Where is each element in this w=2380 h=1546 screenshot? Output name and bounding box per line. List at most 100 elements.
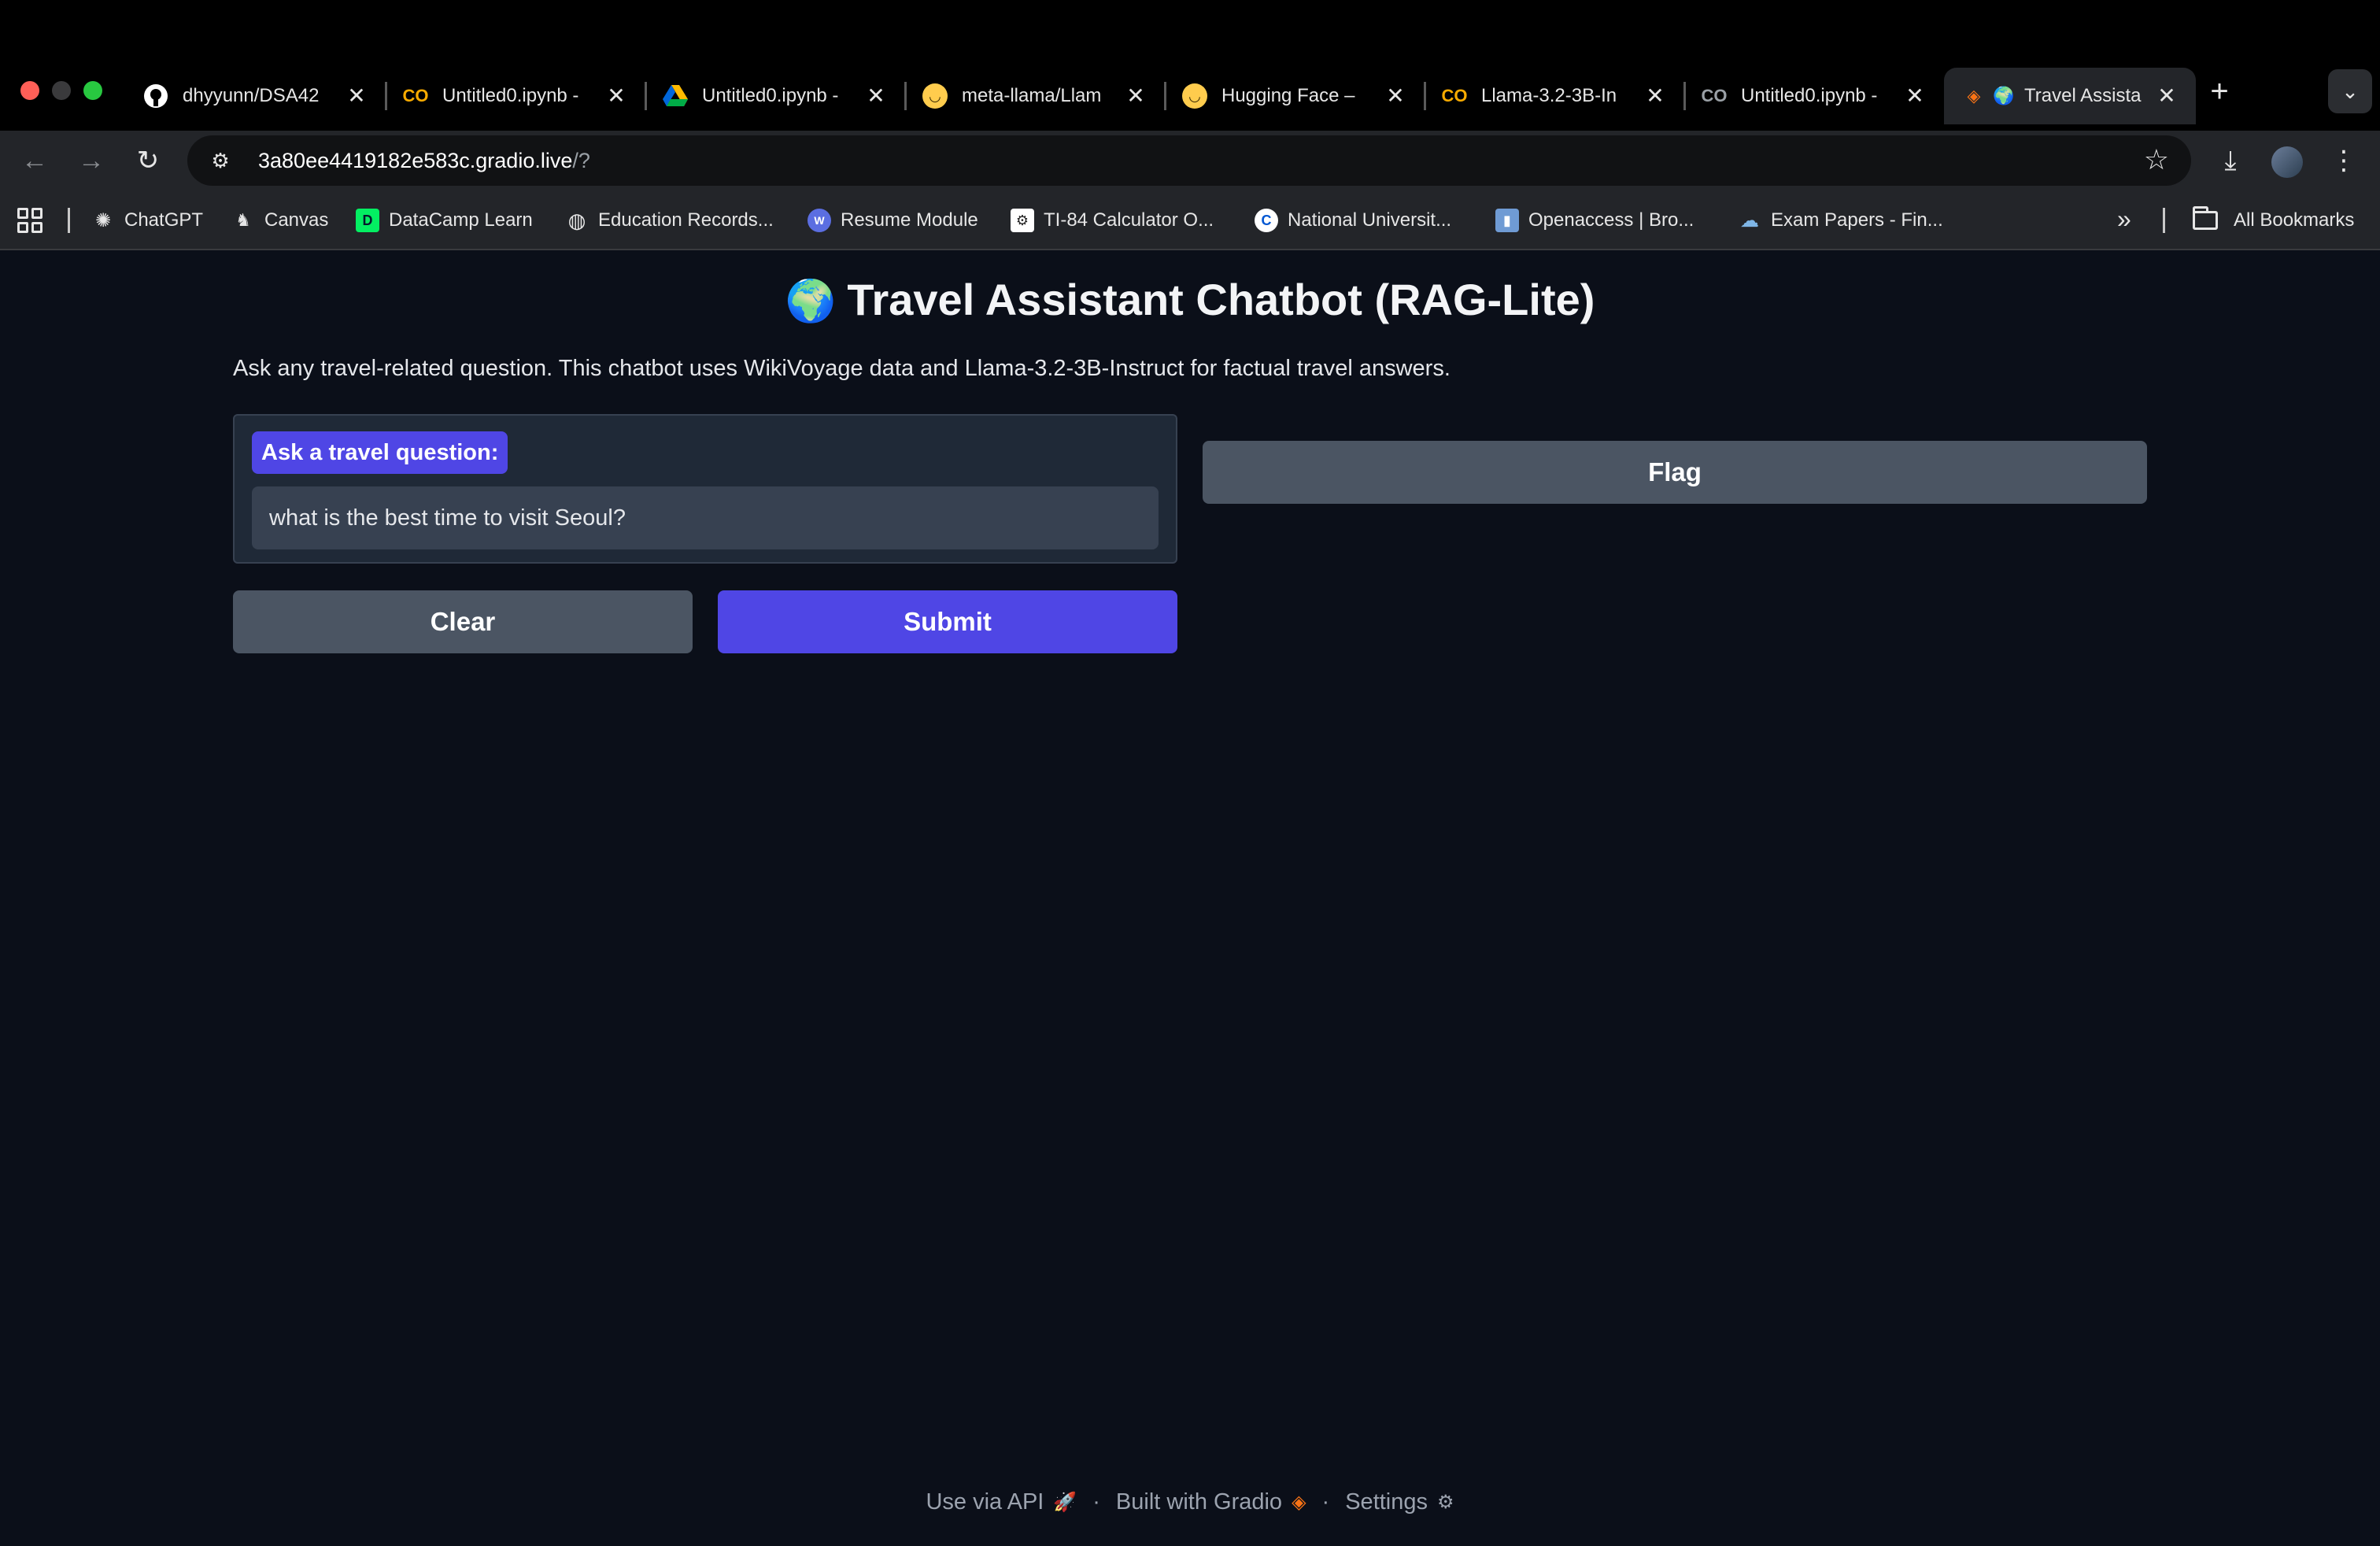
bookmark-education-records[interactable]: ◍ Education Records... <box>565 205 774 236</box>
google-drive-icon <box>663 83 688 109</box>
gear-icon: ⚙ <box>1437 1492 1454 1513</box>
bookmark-label: Openaccess | Bro... <box>1528 209 1694 231</box>
question-input-label: Ask a travel question: <box>252 431 508 474</box>
datacamp-icon: D <box>356 209 379 232</box>
url-text[interactable]: 3a80ee4419182e583c.gradio.live/? <box>258 149 590 173</box>
cloud-icon: ☁ <box>1740 209 1759 231</box>
reload-icon[interactable]: ↻ <box>129 142 167 179</box>
gradio-logo-icon: ◈ <box>1292 1492 1306 1513</box>
forward-arrow-icon[interactable]: → <box>72 142 110 179</box>
bookmark-ti84[interactable]: ⚙ TI-84 Calculator O... <box>1011 205 1214 236</box>
all-bookmarks-button[interactable]: All Bookmarks <box>2193 205 2354 236</box>
avatar <box>2271 146 2303 178</box>
tab-title: meta-llama/Llam <box>962 85 1102 106</box>
tab-title: Untitled0.ipynb - <box>442 85 579 106</box>
use-via-api-label: Use via API <box>926 1489 1044 1515</box>
tab-title: Untitled0.ipynb - <box>702 85 839 106</box>
question-input-block: Ask a travel question: <box>233 414 1177 564</box>
footer-separator: · <box>1092 1489 1100 1515</box>
bookmark-label: ChatGPT <box>124 209 204 231</box>
page-description: Ask any travel-related question. This ch… <box>233 356 1451 381</box>
page-title: 🌍 Travel Assistant Chatbot (RAG-Lite) <box>0 274 2380 325</box>
rocket-icon: 🚀 <box>1053 1492 1077 1513</box>
close-tab-icon[interactable]: ✕ <box>1643 83 1667 109</box>
bookmarks-divider <box>2163 208 2165 233</box>
all-bookmarks-label: All Bookmarks <box>2234 209 2355 231</box>
new-tab-button[interactable]: + <box>2204 76 2235 107</box>
close-window-button[interactable] <box>20 81 39 100</box>
hugging-face-icon: ◡ <box>1182 83 1207 109</box>
bookmark-label: Exam Papers - Fin... <box>1771 209 1943 231</box>
close-tab-icon[interactable]: ✕ <box>1903 83 1927 109</box>
close-tab-icon[interactable]: ✕ <box>2155 83 2179 109</box>
url-host: 3a80ee4419182e583c.gradio.live <box>258 148 573 172</box>
apps-grid-icon[interactable] <box>17 208 42 233</box>
clear-button[interactable]: Clear <box>233 590 693 653</box>
minimize-window-button[interactable] <box>52 81 71 100</box>
chevron-double-right-icon[interactable]: » <box>2117 205 2131 234</box>
tab-title: Hugging Face – <box>1221 85 1355 106</box>
bookmarks-divider <box>68 208 70 233</box>
settings-link[interactable]: Settings ⚙ <box>1345 1489 1454 1515</box>
settings-label: Settings <box>1345 1489 1428 1515</box>
use-via-api-link[interactable]: Use via API 🚀 <box>926 1489 1077 1515</box>
colab-icon: CO <box>1701 86 1728 105</box>
more-menu-icon[interactable]: ⋮ <box>2325 142 2363 179</box>
built-with-gradio-link[interactable]: Built with Gradio ◈ <box>1116 1489 1306 1515</box>
footer-separator: · <box>1321 1489 1330 1515</box>
tab-title: Llama-3.2-3B-In <box>1481 85 1617 106</box>
address-bar[interactable]: ⚙ 3a80ee4419182e583c.gradio.live/? ☆ <box>187 135 2191 186</box>
browser-tab-active[interactable]: ◈ 🌍 Travel Assista ✕ <box>1944 68 2196 124</box>
calculator-icon: ⚙ <box>1011 209 1034 232</box>
bookmark-star-icon[interactable]: ☆ <box>2144 143 2169 176</box>
browser-titlebar: dhyyunn/DSA42 ✕ CO Untitled0.ipynb - ✕ U… <box>0 0 2380 131</box>
resume-icon: W <box>808 209 831 232</box>
bookmark-national-university[interactable]: C National Universit... <box>1255 205 1451 236</box>
browser-tab[interactable]: CO Untitled0.ipynb - ✕ <box>1684 68 1944 124</box>
bookmark-resume-module[interactable]: W Resume Module <box>808 205 978 236</box>
close-tab-icon[interactable]: ✕ <box>1124 83 1148 109</box>
tab-strip: dhyyunn/DSA42 ✕ CO Untitled0.ipynb - ✕ U… <box>126 68 2196 124</box>
chatgpt-icon: ✺ <box>94 209 112 231</box>
flag-button[interactable]: Flag <box>1203 441 2147 504</box>
browser-tab[interactable]: CO Untitled0.ipynb - ✕ <box>386 68 647 124</box>
page-title-text: Travel Assistant Chatbot (RAG-Lite) <box>847 275 1595 324</box>
gradio-page: 🌍 Travel Assistant Chatbot (RAG-Lite) Ask… <box>0 252 2380 1546</box>
bookmark-chatgpt[interactable]: ✺ ChatGPT <box>91 205 203 236</box>
coursera-icon: C <box>1255 209 1278 232</box>
built-with-gradio-label: Built with Gradio <box>1115 1489 1283 1515</box>
close-tab-icon[interactable]: ✕ <box>604 83 628 109</box>
profile-avatar[interactable] <box>2268 142 2306 179</box>
close-tab-icon[interactable]: ✕ <box>1384 83 1407 109</box>
tab-search-button[interactable]: ⌄ <box>2328 69 2372 113</box>
browser-toolbar: ← → ↻ ⚙ 3a80ee4419182e583c.gradio.live/?… <box>0 131 2380 190</box>
bookmark-label: TI-84 Calculator O... <box>1044 209 1214 231</box>
bookmark-openaccess[interactable]: ▮ Openaccess | Bro... <box>1495 205 1694 236</box>
browser-tab[interactable]: dhyyunn/DSA42 ✕ <box>126 68 387 124</box>
colab-icon: CO <box>1441 86 1468 105</box>
back-arrow-icon[interactable]: ← <box>16 142 54 179</box>
submit-button[interactable]: Submit <box>718 590 1177 653</box>
tab-title: Untitled0.ipynb - <box>1741 85 1878 106</box>
gradio-icon: ◈ <box>1967 86 1981 105</box>
bookmark-exam-papers[interactable]: ☁ Exam Papers - Fin... <box>1738 205 1943 236</box>
hugging-face-icon: ◡ <box>922 83 948 109</box>
close-tab-icon[interactable]: ✕ <box>345 83 368 109</box>
folder-icon <box>2193 206 2218 230</box>
tab-title: Travel Assista <box>2024 85 2142 106</box>
globe-emoji-icon: 🌍 <box>785 279 837 324</box>
bookmark-datacamp[interactable]: D DataCamp Learn <box>356 205 533 236</box>
browser-tab[interactable]: ◡ Hugging Face – ✕ <box>1165 68 1426 124</box>
globe-icon: 🌍 <box>1993 86 2015 105</box>
close-tab-icon[interactable]: ✕ <box>864 83 888 109</box>
bookmark-label: Education Records... <box>598 209 774 231</box>
browser-tab[interactable]: ◡ meta-llama/Llam ✕ <box>905 68 1166 124</box>
question-input[interactable] <box>252 486 1159 549</box>
site-settings-icon[interactable]: ⚙ <box>201 142 239 179</box>
browser-tab[interactable]: Untitled0.ipynb - ✕ <box>645 68 907 124</box>
page-footer: Use via API 🚀 · Built with Gradio ◈ · Sett… <box>0 1489 2380 1515</box>
maximize-window-button[interactable] <box>83 81 102 100</box>
download-icon[interactable]: ⤓ <box>2212 142 2249 179</box>
bookmark-canvas[interactable]: ♞ Canvas <box>231 205 328 236</box>
browser-tab[interactable]: CO Llama-3.2-3B-In ✕ <box>1425 68 1686 124</box>
